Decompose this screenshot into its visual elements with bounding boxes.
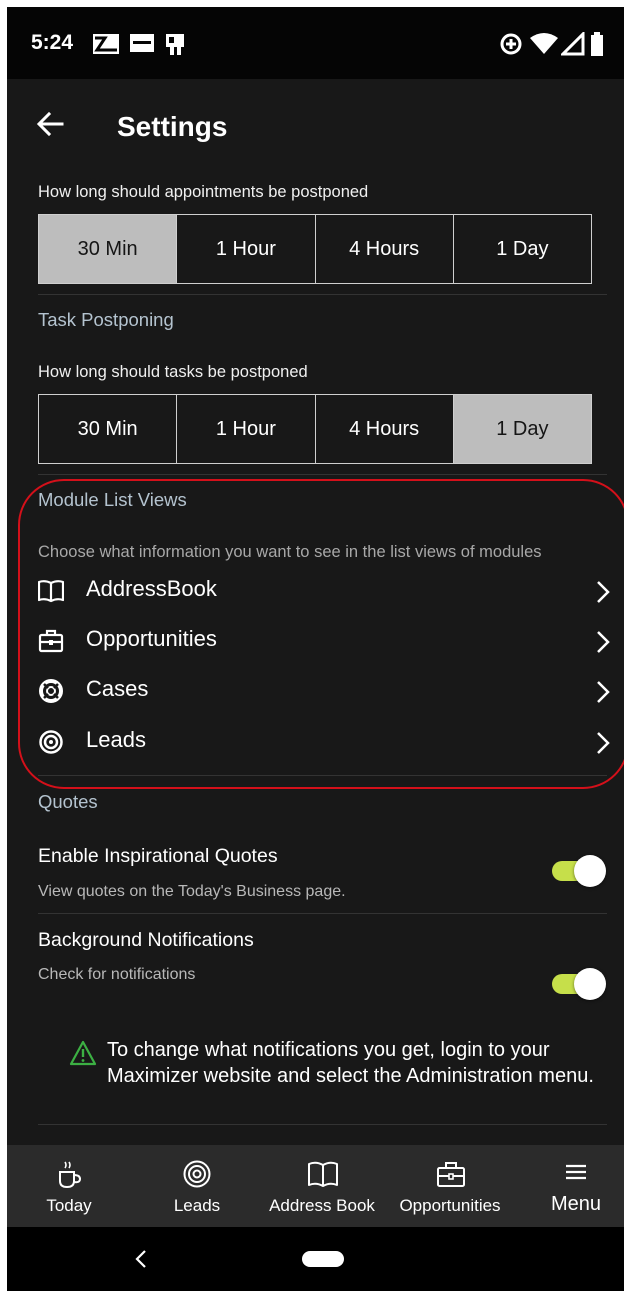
appointment-postpone-selector: 30 Min 1 Hour 4 Hours 1 Day: [38, 214, 592, 284]
battery-icon: [591, 32, 603, 56]
nav-label: Opportunities: [399, 1196, 501, 1215]
divider: [38, 775, 607, 776]
nav-label: Leads: [173, 1196, 221, 1215]
module-item-label: Leads: [86, 727, 146, 752]
system-home-button[interactable]: [302, 1251, 344, 1267]
appointment-postpone-question: How long should appointments be postpone…: [38, 183, 369, 201]
nav-opportunities[interactable]: Opportunities: [391, 1145, 509, 1227]
page-title: Settings: [117, 111, 228, 142]
system-nav-bar: [7, 1227, 624, 1291]
task-option-1hour[interactable]: 1 Hour: [177, 395, 316, 463]
app-screen: 5:24 Settings How long should appointmen…: [7, 7, 624, 1291]
system-back-icon[interactable]: [135, 1249, 147, 1269]
background-notifications-subtitle: Check for notifications: [38, 966, 196, 983]
divider: [38, 294, 607, 295]
task-option-1day[interactable]: 1 Day: [453, 395, 591, 463]
module-item-addressbook[interactable]: AddressBook: [38, 572, 610, 612]
toggle-knob: [574, 855, 606, 887]
appointment-option-30min[interactable]: 30 Min: [39, 215, 178, 283]
module-item-leads[interactable]: Leads: [38, 723, 610, 763]
module-item-label: AddressBook: [86, 576, 217, 601]
quotes-section-title: Quotes: [38, 791, 98, 812]
briefcase-icon: [38, 629, 64, 653]
module-item-opportunities[interactable]: Opportunities: [38, 622, 610, 662]
briefcase-icon: [437, 1162, 465, 1187]
inspirational-quotes-toggle[interactable]: [552, 853, 606, 889]
task-option-30min[interactable]: 30 Min: [39, 395, 178, 463]
phone-icon: [166, 34, 184, 55]
module-item-cases[interactable]: Cases: [38, 672, 610, 712]
task-postponing-section-title: Task Postponing: [38, 309, 174, 330]
wifi-icon: [530, 33, 558, 54]
nav-leads[interactable]: Leads: [155, 1145, 239, 1227]
notification-notice-text: To change what notifications you get, lo…: [107, 1039, 594, 1087]
chevron-right-icon: [597, 631, 610, 653]
chevron-right-icon: [597, 581, 610, 603]
task-postpone-question: How long should tasks be postponed: [38, 363, 308, 381]
nav-label: Menu: [550, 1193, 602, 1215]
hamburger-icon: [566, 1164, 586, 1180]
bottom-nav: Today Leads Address Book Opportunities M…: [7, 1145, 624, 1227]
module-item-label: Opportunities: [86, 626, 217, 651]
nav-menu[interactable]: Menu: [539, 1145, 613, 1227]
coffee-cup-icon: [59, 1161, 82, 1189]
target-icon: [183, 1160, 211, 1188]
status-time: 5:24: [31, 31, 74, 54]
divider: [38, 1124, 607, 1125]
appointment-option-1hour[interactable]: 1 Hour: [177, 215, 316, 283]
warning-triangle-icon: [69, 1040, 97, 1066]
toggle-knob: [574, 968, 606, 1000]
sonos-icon: [130, 34, 154, 52]
chevron-right-icon: [597, 732, 610, 754]
book-icon: [38, 580, 64, 603]
inspirational-quotes-title: Enable Inspirational Quotes: [38, 845, 278, 867]
book-icon: [308, 1161, 338, 1187]
appointment-option-1day[interactable]: 1 Day: [454, 215, 591, 283]
notification-icon: [93, 34, 119, 54]
appointment-option-4hours[interactable]: 4 Hours: [316, 215, 454, 283]
target-icon: [39, 730, 63, 754]
module-list-views-description: Choose what information you want to see …: [38, 543, 542, 561]
status-bar: 5:24: [7, 7, 624, 79]
signal-icon: [561, 32, 585, 56]
task-option-4hours[interactable]: 4 Hours: [316, 395, 454, 463]
nav-today[interactable]: Today: [27, 1145, 111, 1227]
nav-label: Address Book: [269, 1196, 375, 1215]
module-list-views-section-title: Module List Views: [38, 489, 187, 510]
divider: [38, 913, 607, 914]
divider: [38, 474, 607, 475]
inspirational-quotes-subtitle: View quotes on the Today's Business page…: [38, 883, 346, 900]
module-item-label: Cases: [86, 676, 149, 701]
nav-address-book[interactable]: Address Book: [263, 1145, 381, 1227]
background-notifications-toggle[interactable]: [552, 966, 606, 1002]
app-bar: Settings: [7, 79, 624, 171]
nav-label: Today: [46, 1196, 92, 1215]
lifebuoy-icon: [39, 679, 63, 703]
task-postpone-selector: 30 Min 1 Hour 4 Hours 1 Day: [38, 394, 592, 464]
arrow-left-icon[interactable]: [35, 109, 65, 139]
data-saver-icon: [500, 33, 522, 55]
chevron-right-icon: [597, 681, 610, 703]
background-notifications-title: Background Notifications: [38, 929, 254, 951]
